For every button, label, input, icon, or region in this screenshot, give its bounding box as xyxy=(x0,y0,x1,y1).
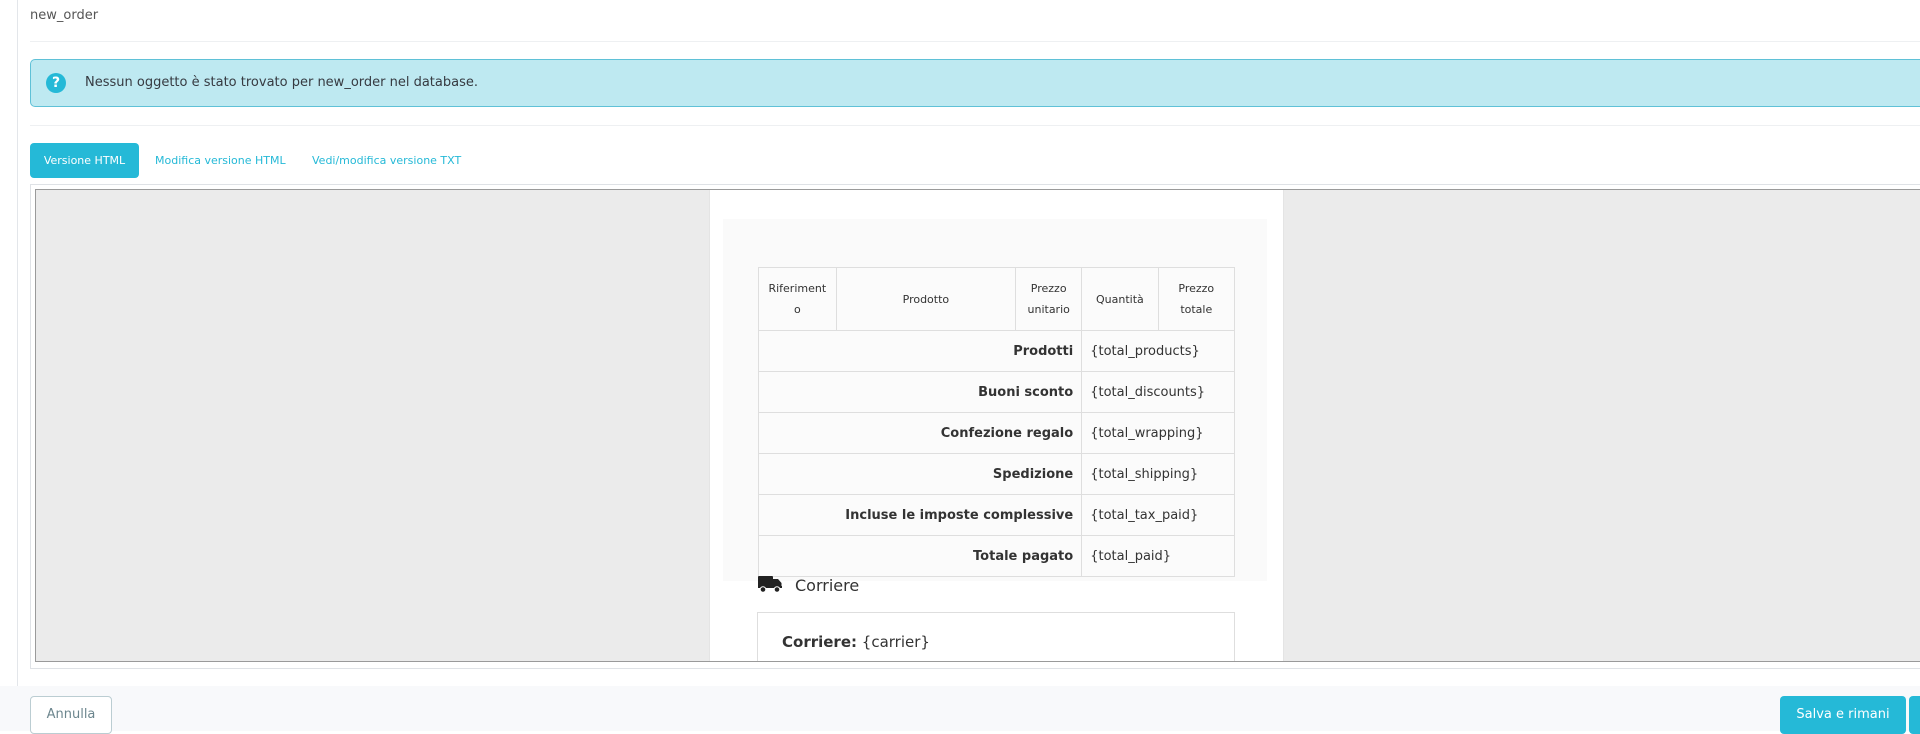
email-body: Riferiment o Prodotto Prezzo unitario Qu… xyxy=(709,190,1284,661)
table-row: Buoni sconto {total_discounts} xyxy=(757,371,1235,413)
summary-value: {total_products} xyxy=(1081,330,1235,372)
summary-label: Confezione regalo xyxy=(757,412,1083,454)
tab-html-version[interactable]: Versione HTML xyxy=(30,143,139,178)
table-header-row: Riferiment o Prodotto Prezzo unitario Qu… xyxy=(758,267,1236,331)
carrier-label: Corriere: xyxy=(782,633,857,651)
tab-edit-txt-version[interactable]: Vedi/modifica versione TXT xyxy=(312,143,461,178)
alert-message: Nessun oggetto è stato trovato per new_o… xyxy=(85,75,478,90)
divider xyxy=(30,41,1920,42)
carrier-section-title: Corriere xyxy=(795,576,860,595)
column-header-total-price: Prezzo totale xyxy=(1157,267,1236,331)
form-footer: Annulla Salva e rimani xyxy=(0,686,1920,734)
info-alert: ? Nessun oggetto è stato trovato per new… xyxy=(30,59,1920,107)
table-row: Spedizione {total_shipping} xyxy=(757,453,1235,495)
summary-label: Prodotti xyxy=(757,330,1083,372)
products-section: Riferiment o Prodotto Prezzo unitario Qu… xyxy=(723,219,1267,581)
tab-edit-html-version[interactable]: Modifica versione HTML xyxy=(155,143,286,178)
table-row: Incluse le imposte complessive {total_ta… xyxy=(757,494,1235,536)
carrier-box: Corriere: {carrier} xyxy=(757,612,1235,661)
email-preview-panel: Riferiment o Prodotto Prezzo unitario Qu… xyxy=(30,184,1920,669)
column-header-quantity: Quantità xyxy=(1081,267,1159,331)
left-border xyxy=(17,0,18,686)
carrier-line: Corriere: {carrier} xyxy=(782,633,930,651)
truck-icon xyxy=(758,576,782,593)
column-header-unit-price: Prezzo unitario xyxy=(1015,267,1083,331)
template-name: new_order xyxy=(30,8,99,23)
summary-value: {total_tax_paid} xyxy=(1081,494,1235,536)
summary-label: Spedizione xyxy=(757,453,1083,495)
column-header-product: Prodotto xyxy=(835,267,1017,331)
cancel-button[interactable]: Annulla xyxy=(30,696,112,734)
summary-label: Incluse le imposte complessive xyxy=(757,494,1083,536)
summary-label: Totale pagato xyxy=(757,535,1083,577)
column-header-reference: Riferiment o xyxy=(758,267,837,331)
table-row: Confezione regalo {total_wrapping} xyxy=(757,412,1235,454)
question-icon: ? xyxy=(46,73,66,93)
summary-value: {total_paid} xyxy=(1081,535,1235,577)
summary-value: {total_wrapping} xyxy=(1081,412,1235,454)
summary-label: Buoni sconto xyxy=(757,371,1083,413)
order-summary-table: Riferiment o Prodotto Prezzo unitario Qu… xyxy=(757,267,1236,577)
divider xyxy=(30,125,1920,126)
email-preview-frame[interactable]: Riferiment o Prodotto Prezzo unitario Qu… xyxy=(35,189,1920,662)
summary-value: {total_shipping} xyxy=(1081,453,1235,495)
summary-value: {total_discounts} xyxy=(1081,371,1235,413)
carrier-value: {carrier} xyxy=(861,633,930,651)
save-button[interactable] xyxy=(1909,696,1920,734)
table-row: Prodotti {total_products} xyxy=(757,330,1235,372)
save-and-stay-button[interactable]: Salva e rimani xyxy=(1780,696,1906,734)
table-row: Totale pagato {total_paid} xyxy=(757,535,1235,577)
